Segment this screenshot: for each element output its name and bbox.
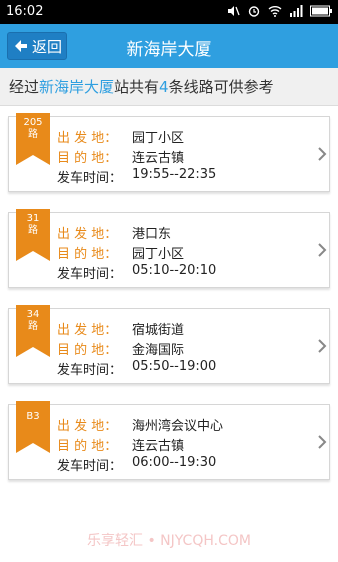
- route-badge: 31 路: [16, 209, 50, 265]
- chevron-right-icon: [318, 147, 327, 161]
- route-card[interactable]: 205 路 出 发 地： 园丁小区 目 的 地： 连云古镇 发车时间： 19:55--2…: [8, 113, 330, 192]
- to-value: 园丁小区: [132, 247, 185, 262]
- time-label: 发车时间：: [57, 459, 123, 474]
- route-badge: B3: [16, 401, 50, 457]
- chevron-right-icon: [318, 435, 327, 449]
- from-label: 出 发 地：: [57, 323, 118, 338]
- mute-icon: [228, 6, 240, 16]
- route-unit: 路: [28, 225, 38, 236]
- to-value: 金海国际: [132, 343, 185, 358]
- route-unit: 路: [28, 129, 38, 140]
- time-value: 06:00--19:30: [132, 455, 217, 470]
- to-label: 目 的 地：: [57, 343, 118, 358]
- time-label: 发车时间：: [57, 267, 123, 282]
- route-number: 34: [26, 309, 40, 320]
- to-value: 连云古镇: [132, 151, 185, 166]
- time-label: 发车时间：: [57, 363, 123, 378]
- from-label: 出 发 地：: [57, 227, 118, 242]
- status-icons: [226, 5, 332, 17]
- route-summary: 经过 新海岸大厦 站共有 4 条线路可供参考: [0, 68, 338, 106]
- header-bar: 返回 新海岸大厦: [0, 24, 338, 68]
- time-value: 05:10--20:10: [132, 263, 217, 278]
- from-value: 宿城街道: [132, 323, 185, 338]
- route-card[interactable]: 34 路 出 发 地： 宿城街道 目 的 地： 金海国际 发车时间： 05:50--19…: [8, 305, 330, 384]
- summary-count: 4: [159, 77, 169, 96]
- watermark: 乐享轻汇 • NJYCQH.COM: [87, 533, 251, 549]
- route-number: 31: [26, 213, 40, 224]
- wifi-icon: [268, 6, 282, 17]
- to-value: 连云古镇: [132, 439, 185, 454]
- route-badge: 205 路: [16, 113, 50, 169]
- from-value: 海州湾会议中心: [132, 419, 224, 434]
- time-value: 19:55--22:35: [132, 167, 217, 182]
- status-bar: 16:02: [0, 0, 338, 24]
- from-label: 出 发 地：: [57, 131, 118, 146]
- chevron-right-icon: [318, 243, 327, 257]
- from-label: 出 发 地：: [57, 419, 118, 434]
- summary-prefix: 经过: [9, 78, 40, 96]
- time-value: 05:50--19:00: [132, 359, 217, 374]
- route-card[interactable]: B3 出 发 地： 海州湾会议中心 目 的 地： 连云古镇 发车时间： 06:00--…: [8, 401, 330, 480]
- summary-suffix: 条线路可供参考: [168, 78, 274, 96]
- page-title: 新海岸大厦: [126, 40, 212, 60]
- to-label: 目 的 地：: [57, 247, 118, 262]
- battery-icon: [310, 5, 332, 17]
- route-badge: 34 路: [16, 305, 50, 361]
- route-number: B3: [26, 411, 40, 422]
- to-label: 目 的 地：: [57, 151, 118, 166]
- to-label: 目 的 地：: [57, 439, 118, 454]
- status-time: 16:02: [6, 4, 44, 19]
- route-number: 205: [23, 117, 43, 128]
- chevron-right-icon: [318, 339, 327, 353]
- summary-middle: 站共有: [114, 78, 160, 96]
- from-value: 港口东: [132, 227, 172, 242]
- alarm-icon: [248, 6, 260, 17]
- from-value: 园丁小区: [132, 131, 185, 146]
- signal-icon: [290, 5, 303, 17]
- time-label: 发车时间：: [57, 171, 123, 186]
- route-card[interactable]: 31 路 出 发 地： 港口东 目 的 地： 园丁小区 发车时间： 05:10--20:…: [8, 209, 330, 288]
- route-unit: 路: [28, 321, 38, 332]
- summary-station: 新海岸大厦: [39, 78, 115, 96]
